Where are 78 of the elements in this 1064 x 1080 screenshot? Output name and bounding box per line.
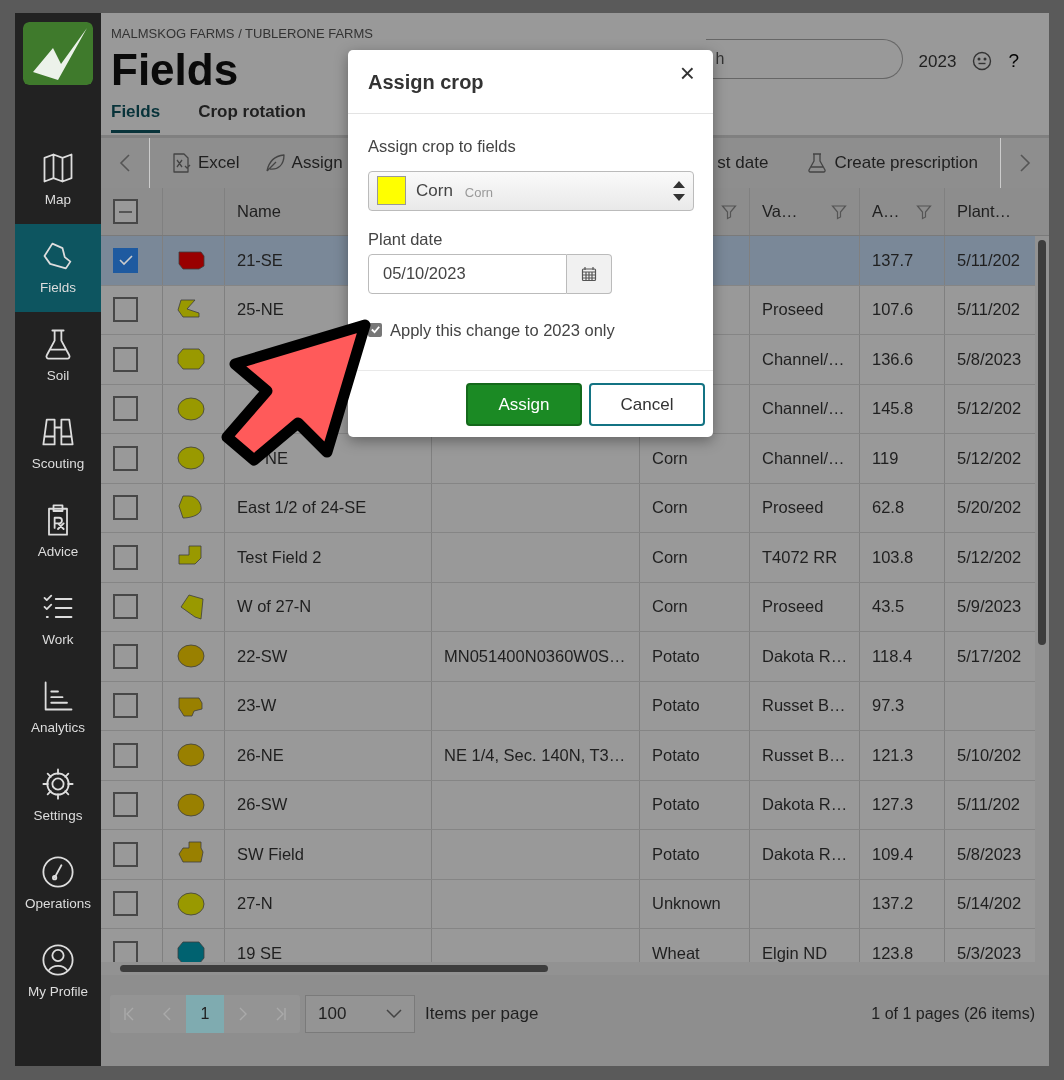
year-label: 2023 [918,51,957,73]
field-name: East 1/2 of 24-SE [237,497,367,519]
table-cell-text: Russet B… [762,695,846,717]
table-cell-text: 119 [872,447,899,469]
table-cell-text: NE 1/4, Sec. 140N, T3… [444,744,626,766]
page-size-label: Items per page [425,1002,539,1025]
table-cell-text: 5/10/202 [957,744,1022,766]
table-cell-text: Potato [652,794,700,816]
table-cell-text: 118.4 [872,645,913,667]
table-cell-text: Potato [652,645,700,667]
field-name: 27-N [237,893,273,915]
table-cell-text: 5/12/202 [957,447,1022,469]
table-cell-text: 5/20/202 [957,497,1022,519]
table-cell-text: 5/11/202 [957,299,1020,321]
field-name: 26-NE [237,744,284,766]
table-cell-text: 5/14/202 [957,893,1022,915]
table-cell-text: Channel/… [762,348,845,370]
table-cell-text: 62.8 [872,497,905,519]
crop-subtitle: Corn [464,183,494,202]
table-cell-text: 5/12/202 [957,398,1022,420]
table-cell-text: Potato [652,843,700,865]
table-cell-text: Channel/… [762,398,845,420]
table-cell-text: 137.2 [872,893,914,915]
table-cell-text: Potato [652,695,700,717]
table-cell-text: 5/17/202 [957,645,1022,667]
table-cell-text: Corn [652,497,688,519]
field-name: 19 SE [237,942,282,962]
table-cell-text: 5/9/2023 [957,596,1022,618]
table-cell-text: Proseed [762,497,824,519]
table-cell-text: 5/11/202 [957,794,1020,816]
field-name: 23-W [237,695,277,717]
checkbox-label: Apply this change to 2023 only [390,319,615,341]
table-cell-text: Corn [652,596,688,618]
table-cell-text: 123.8 [872,942,914,962]
table-cell-text: Corn [652,546,688,568]
table-cell-text: 137.7 [872,249,914,271]
table-cell-text: MN051400N0360W0S… [444,645,626,667]
table-cell-text: Elgin ND [762,942,828,962]
table-cell-text: 5/8/2023 [957,843,1022,865]
field-label: Plant date [368,228,444,250]
field-name: 21-SE [237,249,283,271]
table-cell-text: 5/3/2023 [957,942,1022,962]
table-cell-text: 5/11/202 [957,249,1020,271]
table-cell-text: Corn [652,447,688,469]
page-title: Fields [111,47,239,92]
table-cell-text: Proseed [762,596,824,618]
table-cell-text: 5/8/2023 [957,348,1022,370]
field-name: 25-NE [237,299,284,321]
table-cell-text: Channel/… [762,447,845,469]
field-name: 26-SW [237,794,288,816]
table-cell-text: Dakota R… [762,843,848,865]
crop-name: Corn [416,180,453,202]
dialog-title: Assign crop [368,69,484,94]
table-cell-text: Unknown [652,893,721,915]
table-cell-text: Dakota R… [762,645,848,667]
table-cell-text: 109.4 [872,843,914,865]
table-cell-text: Russet B… [762,744,846,766]
field-name: Test Field 2 [237,546,322,568]
table-cell-text: 145.8 [872,398,914,420]
table-cell-text: 136.6 [872,348,914,370]
field-name: SW Field [237,843,304,865]
breadcrumb: MALMSKOG FARMS / TUBLERONE FARMS [111,25,373,43]
table-cell-text: Wheat [652,942,700,962]
table-cell-text: 121.3 [872,744,914,766]
page-summary: 1 of 1 pages (26 items) [871,1003,1035,1024]
table-cell-text: 127.3 [872,794,914,816]
table-cell-text: Dakota R… [762,794,848,816]
table-cell-text: Potato [652,744,700,766]
field-label: Assign crop to fields [368,136,517,157]
table-cell-text: 43.5 [872,596,905,618]
field-name: 22-SW [237,645,288,667]
table-cell-text: T4072 RR [762,546,838,568]
table-cell-text: Proseed [762,299,824,321]
table-cell-text: 107.6 [872,299,914,321]
field-name: W of 27-N [237,596,312,618]
table-cell-text: 103.8 [872,546,914,568]
table-cell-text: 97.3 [872,695,905,717]
table-cell-text: 5/12/202 [957,546,1022,568]
